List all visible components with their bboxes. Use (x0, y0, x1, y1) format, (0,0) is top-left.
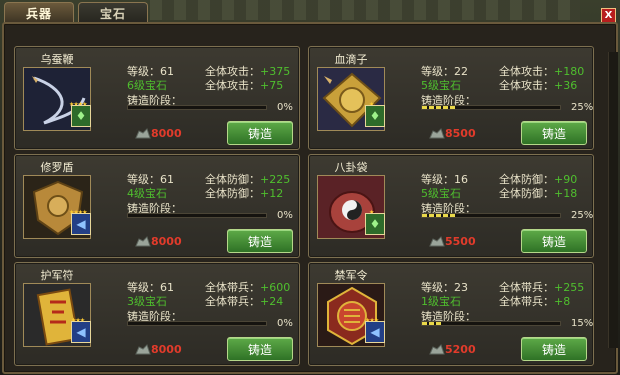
forge-button[interactable]: 铸造 (227, 121, 293, 145)
ore-icon (429, 236, 445, 247)
backdrop-wall (150, 0, 580, 20)
item-name: 乌蚕鞭 (40, 53, 74, 66)
stat-bonus: 全体攻击：+36 (499, 79, 578, 92)
forge-progress-bar (127, 321, 267, 326)
forge-progress-percent: 15% (571, 318, 594, 329)
item-name: 修罗盾 (40, 161, 74, 174)
forge-progress-percent: 0% (277, 102, 293, 113)
item-card: 八卦袋 ★ ♦ 等级：16 5级宝石 铸造阶段： 全体防御：+90 全体防御：+… (308, 154, 594, 258)
forge-progress-bar (421, 321, 561, 326)
scrollbar[interactable] (608, 52, 618, 348)
item-name: 护军符 (40, 269, 74, 282)
ore-icon (135, 236, 151, 247)
item-gem: 3级宝石 (127, 295, 167, 308)
forge-button[interactable]: 铸造 (521, 121, 587, 145)
item-gem: 5级宝石 (421, 187, 461, 200)
stat-bonus: 全体防御：+12 (205, 187, 284, 200)
forge-button[interactable]: 铸造 (521, 229, 587, 253)
forge-cost: 5200 (445, 343, 476, 356)
forge-progress-bar (421, 213, 561, 218)
forge-cost: 8000 (151, 343, 182, 356)
gem-icon: ◀ (71, 213, 91, 235)
forge-progress-percent: 0% (277, 318, 293, 329)
forge-progress-bar (127, 213, 267, 218)
item-grid: 乌蚕鞭 ★★★★ ♦ 等级：61 6级宝石 铸造阶段： 全体攻击：+375 全体… (14, 46, 596, 366)
forge-progress-percent: 25% (571, 210, 594, 221)
item-card: 修罗盾 ★★★★ ◀ 等级：61 4级宝石 铸造阶段： 全体防御：+225 全体… (14, 154, 300, 258)
item-card: 乌蚕鞭 ★★★★ ♦ 等级：61 6级宝石 铸造阶段： 全体攻击：+375 全体… (14, 46, 300, 150)
stat-bonus: 全体带兵：+8 (499, 295, 571, 308)
item-gem: 5级宝石 (421, 79, 461, 92)
ore-icon (135, 344, 151, 355)
stat-bonus: 全体攻击：+75 (205, 79, 284, 92)
gem-icon: ◀ (71, 321, 91, 343)
forge-cost: 8500 (445, 127, 476, 140)
ore-icon (429, 344, 445, 355)
gem-icon: ♦ (365, 105, 385, 127)
forge-cost: 8000 (151, 127, 182, 140)
item-gem: 6级宝石 (127, 79, 167, 92)
forge-progress-percent: 25% (571, 102, 594, 113)
forge-progress-bar (127, 105, 267, 110)
forge-cost: 8000 (151, 235, 182, 248)
item-card: 护军符 ★★★ ◀ 等级：61 3级宝石 铸造阶段： 全体带兵：+600 全体带… (14, 262, 300, 366)
gem-icon: ♦ (71, 105, 91, 127)
gem-icon: ◀ (365, 321, 385, 343)
close-button[interactable]: X (601, 8, 616, 23)
tab-weapons[interactable]: 兵器 (4, 2, 74, 24)
forge-button[interactable]: 铸造 (227, 229, 293, 253)
item-gem: 4级宝石 (127, 187, 167, 200)
stat-bonus: 全体带兵：+24 (205, 295, 284, 308)
forge-cost: 5500 (445, 235, 476, 248)
tab-bar: 兵器 宝石 (4, 2, 148, 24)
tab-gems[interactable]: 宝石 (78, 2, 148, 24)
forge-progress-percent: 0% (277, 210, 293, 221)
forge-button[interactable]: 铸造 (227, 337, 293, 361)
item-card: 禁军令 ★★★ ◀ 等级：23 1级宝石 铸造阶段： 全体带兵：+255 全体带… (308, 262, 594, 366)
gem-icon: ♦ (365, 213, 385, 235)
item-name: 禁军令 (334, 269, 368, 282)
item-name: 八卦袋 (334, 161, 368, 174)
forge-progress-bar (421, 105, 561, 110)
forge-button[interactable]: 铸造 (521, 337, 587, 361)
ore-icon (135, 128, 151, 139)
item-card: 血滴子 ★ ♦ 等级：22 5级宝石 铸造阶段： 全体攻击：+180 全体攻击：… (308, 46, 594, 150)
stat-bonus: 全体防御：+18 (499, 187, 578, 200)
item-name: 血滴子 (334, 53, 368, 66)
item-gem: 1级宝石 (421, 295, 461, 308)
ore-icon (429, 128, 445, 139)
